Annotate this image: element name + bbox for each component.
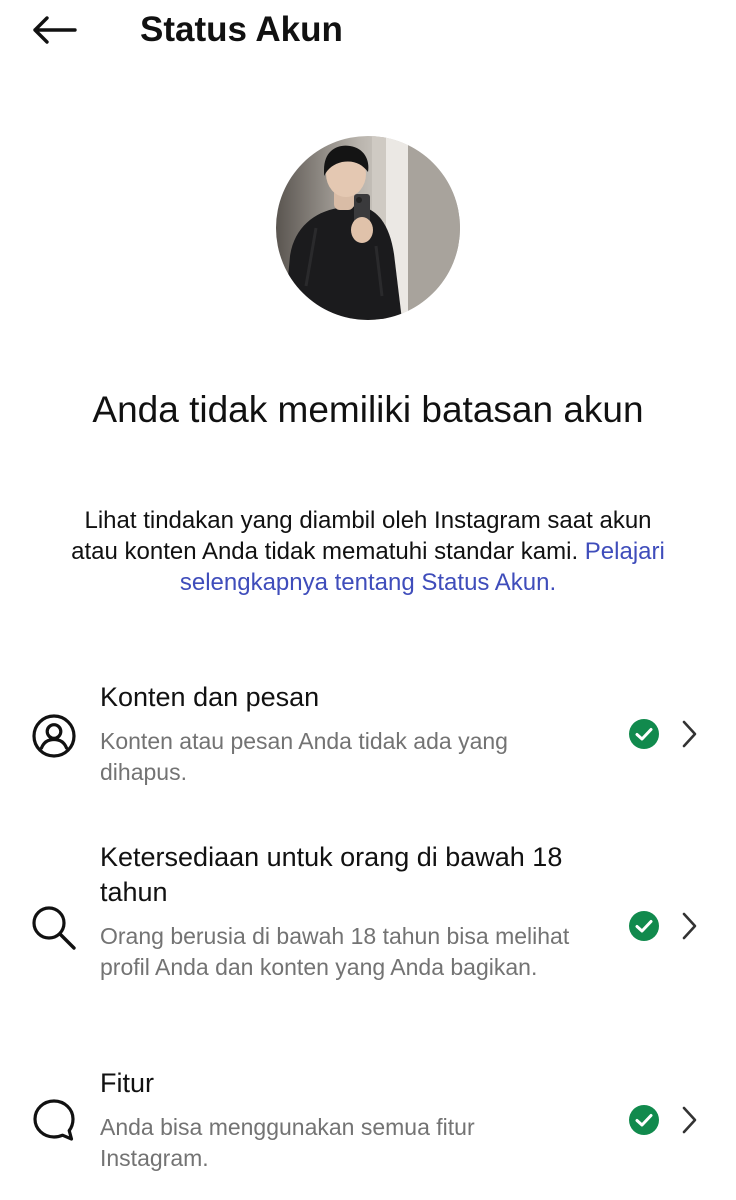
section-subtitle: Anda bisa menggunakan semua fitur Instag… <box>100 1114 475 1171</box>
status-description: Lihat tindakan yang diambil oleh Instagr… <box>60 505 676 598</box>
section-subtitle: Konten atau pesan Anda tidak ada yang di… <box>100 728 508 785</box>
row-icon-wrap <box>28 902 80 954</box>
chat-bubble-icon <box>33 1099 75 1141</box>
section-subtitle: Orang berusia di bawah 18 tahun bisa mel… <box>100 923 570 980</box>
top-bar: Status Akun <box>0 0 736 64</box>
check-circle-icon <box>629 719 659 749</box>
row-icon-wrap <box>28 1094 80 1146</box>
chevron-right-icon <box>682 1106 697 1134</box>
description-text: Lihat tindakan yang diambil oleh Instagr… <box>71 507 652 565</box>
arrow-left-icon <box>33 16 77 44</box>
section-title: Ketersediaan untuk orang di bawah 18 tah… <box>100 842 563 907</box>
section-content-messages[interactable]: Konten dan pesan Konten atau pesan Anda … <box>0 676 736 796</box>
check-circle-icon <box>629 911 659 941</box>
row-icon-wrap <box>28 710 80 762</box>
page-title: Status Akun <box>140 10 343 49</box>
avatar <box>276 136 460 320</box>
section-under-18-availability[interactable]: Ketersediaan untuk orang di bawah 18 tah… <box>0 838 736 1018</box>
chevron-right-icon <box>682 912 697 940</box>
section-title: Fitur <box>100 1068 154 1098</box>
status-headline: Anda tidak memiliki batasan akun <box>92 389 644 430</box>
section-features[interactable]: Fitur Anda bisa menggunakan semua fitur … <box>0 1066 736 1186</box>
back-button[interactable] <box>28 8 80 52</box>
chevron-right-icon <box>682 720 697 748</box>
profile-photo <box>276 136 460 320</box>
search-icon <box>32 906 76 950</box>
section-title: Konten dan pesan <box>100 682 320 712</box>
check-circle-icon <box>629 1105 659 1135</box>
user-circle-icon <box>32 714 76 758</box>
